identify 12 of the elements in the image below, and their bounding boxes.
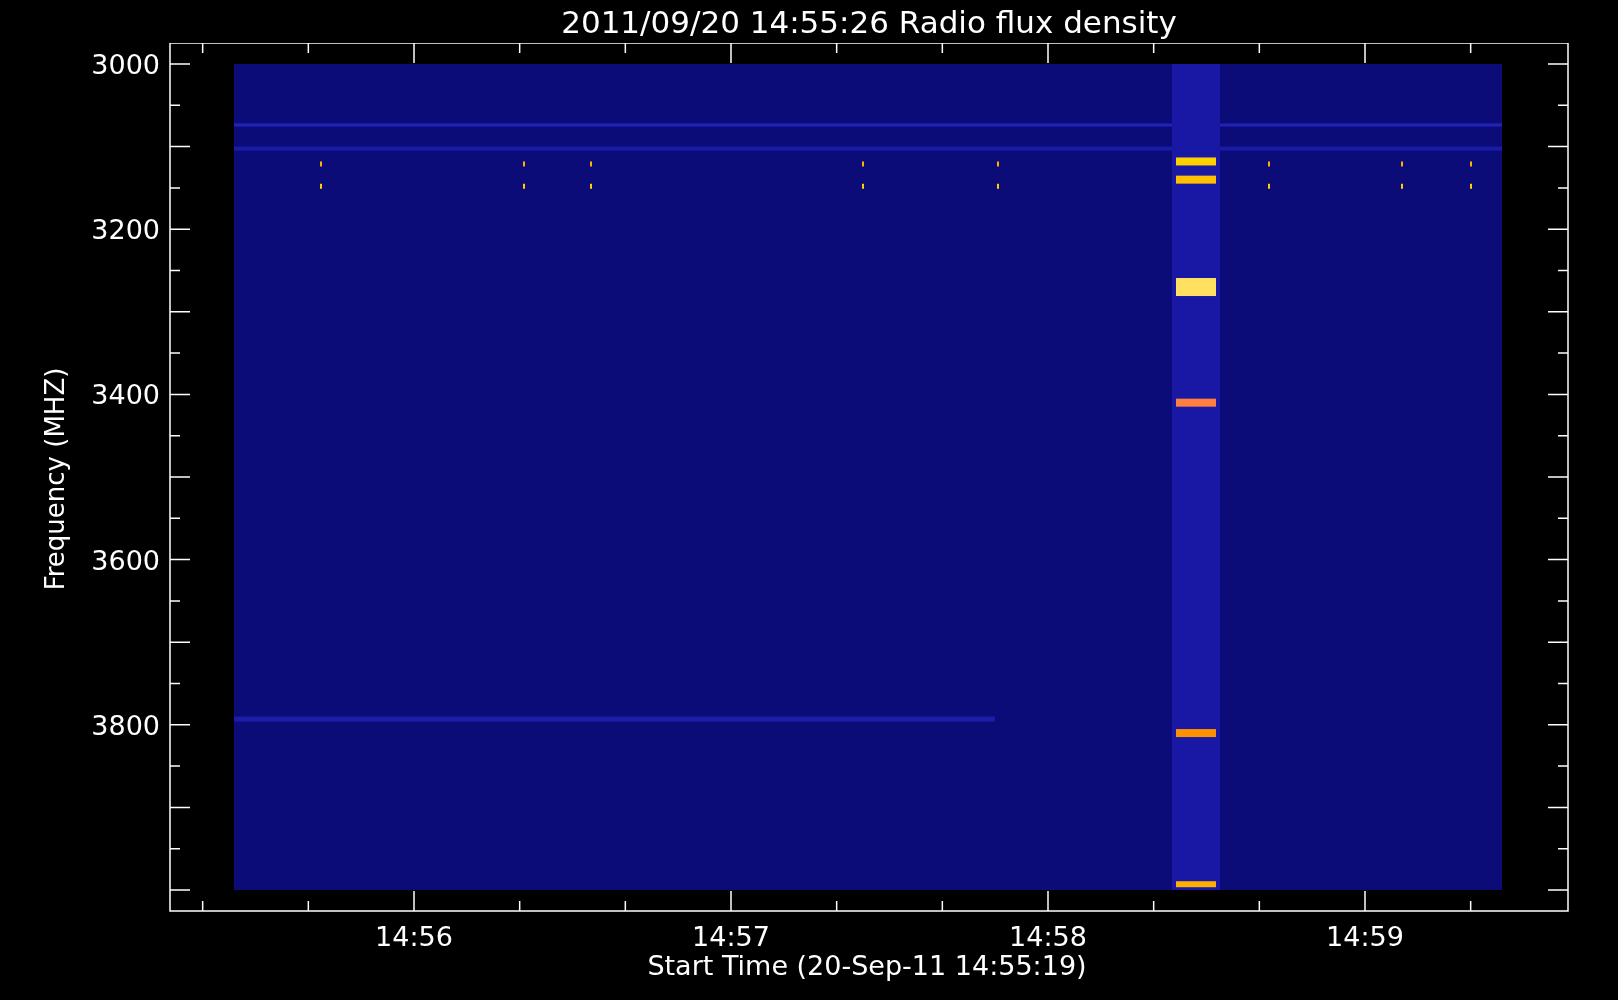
- tick-label: 3400: [91, 379, 160, 411]
- tick-label: 3600: [91, 544, 160, 576]
- chart-title: 2011/09/20 14:55:26 Radio flux density: [560, 3, 1177, 40]
- tick-label: 14:56: [375, 921, 453, 952]
- tick-label: 3200: [91, 214, 160, 246]
- axis-label: Frequency (MHZ): [40, 367, 70, 591]
- tick-label: 3800: [91, 709, 160, 741]
- tick-label: 14:59: [1326, 921, 1404, 952]
- tick-label: 14:58: [1009, 921, 1087, 952]
- tick-label: 14:57: [692, 921, 770, 952]
- tick-label: 3000: [91, 49, 160, 80]
- axis-label: Start Time (20-Sep-11 14:55:19): [647, 950, 1087, 981]
